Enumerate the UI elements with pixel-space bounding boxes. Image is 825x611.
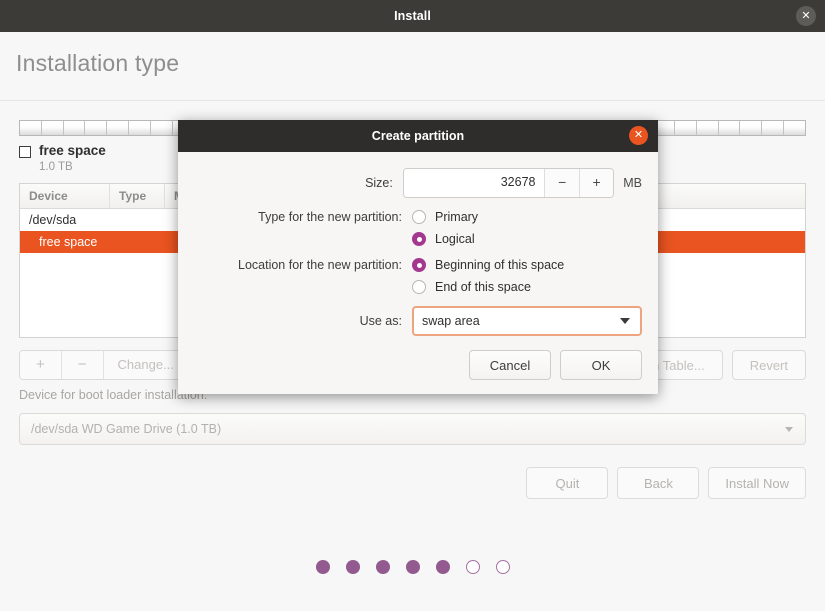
radio-beginning-of-space[interactable]: Beginning of this space xyxy=(412,258,564,272)
radio-beginning-label: Beginning of this space xyxy=(435,258,565,272)
location-row-end: End of this space xyxy=(194,280,642,294)
partition-bar-segment xyxy=(85,121,108,135)
progress-dot-filled xyxy=(315,560,330,574)
progress-dot-filled xyxy=(435,560,450,574)
partition-bar-segment xyxy=(762,121,784,135)
window-title: Install xyxy=(394,9,431,23)
partition-bar-segment xyxy=(20,121,42,135)
use-as-select[interactable]: swap area xyxy=(412,306,642,336)
page-title: Installation type xyxy=(16,50,180,76)
progress-dot-filled xyxy=(375,560,390,574)
radio-beginning-indicator[interactable] xyxy=(412,258,426,272)
header-divider xyxy=(0,100,825,101)
radio-primary-label: Primary xyxy=(435,210,479,224)
installer-window: Install ✕ Installation type free space 1… xyxy=(0,0,825,611)
cancel-button[interactable]: Cancel xyxy=(469,350,551,380)
cell-device: free space xyxy=(39,235,98,249)
size-stepper: 32678 − + xyxy=(402,168,615,198)
location-label: Location for the new partition: xyxy=(238,258,402,272)
cell-type xyxy=(110,231,165,253)
window-close-icon[interactable]: ✕ xyxy=(796,6,816,26)
partition-bar-segment xyxy=(151,121,173,135)
chevron-down-icon xyxy=(785,426,793,432)
dialog-close-icon[interactable]: ✕ xyxy=(629,126,648,145)
size-label: Size: xyxy=(365,176,393,190)
legend-text-group: free space 1.0 TB xyxy=(39,143,106,175)
install-now-button[interactable]: Install Now xyxy=(708,467,806,499)
radio-primary-indicator[interactable] xyxy=(412,210,426,224)
location-row-beginning: Location for the new partition: Beginnin… xyxy=(194,258,642,272)
ok-button[interactable]: OK xyxy=(560,350,642,380)
partition-bar-segment xyxy=(129,121,151,135)
progress-dot-filled xyxy=(405,560,420,574)
radio-end-indicator[interactable] xyxy=(412,280,426,294)
partition-legend: free space 1.0 TB xyxy=(19,143,106,175)
window-titlebar: Install ✕ xyxy=(0,0,825,32)
partition-type-row-primary: Type for the new partition: Primary xyxy=(194,210,642,224)
free-space-checkbox[interactable] xyxy=(19,146,31,158)
radio-end-of-space[interactable]: End of this space xyxy=(412,280,531,294)
progress-dot-filled xyxy=(345,560,360,574)
partition-type-row-logical: Logical xyxy=(194,232,642,246)
partition-bar-segment xyxy=(42,121,64,135)
partition-bar-segment xyxy=(740,121,763,135)
size-unit-label: MB xyxy=(623,176,642,190)
bottom-navigation: Quit Back Install Now xyxy=(526,467,806,499)
create-partition-dialog: Create partition ✕ Size: 32678 − + MB Ty… xyxy=(178,120,658,394)
quit-button[interactable]: Quit xyxy=(526,467,609,499)
bootloader-device-value: /dev/sda WD Game Drive (1.0 TB) xyxy=(31,422,222,436)
progress-dots xyxy=(0,560,825,574)
column-header-type[interactable]: Type xyxy=(110,184,165,208)
partition-type-label: Type for the new partition: xyxy=(258,210,402,224)
cell-device: /dev/sda xyxy=(29,213,77,227)
legend-partition-size: 1.0 TB xyxy=(39,161,73,173)
dialog-actions: Cancel OK xyxy=(194,350,642,380)
size-input[interactable]: 32678 xyxy=(403,169,545,197)
dialog-titlebar: Create partition ✕ xyxy=(178,120,658,152)
partition-bar-segment xyxy=(107,121,130,135)
progress-dot-empty xyxy=(465,560,480,574)
radio-logical-label: Logical xyxy=(435,232,475,246)
progress-dot-empty xyxy=(495,560,510,574)
radio-end-label: End of this space xyxy=(435,280,531,294)
size-row: Size: 32678 − + MB xyxy=(194,168,642,198)
partition-bar-segment xyxy=(64,121,86,135)
bootloader-device-select[interactable]: /dev/sda WD Game Drive (1.0 TB) xyxy=(19,413,806,445)
size-decrement-button[interactable]: − xyxy=(544,169,579,197)
radio-primary[interactable]: Primary xyxy=(412,210,478,224)
dialog-body: Size: 32678 − + MB Type for the new part… xyxy=(178,152,658,394)
use-as-value: swap area xyxy=(422,314,480,328)
partition-bar-segment xyxy=(697,121,719,135)
dialog-title: Create partition xyxy=(371,129,465,143)
use-as-label: Use as: xyxy=(359,314,402,328)
back-button[interactable]: Back xyxy=(617,467,700,499)
radio-logical[interactable]: Logical xyxy=(412,232,475,246)
legend-partition-name: free space xyxy=(39,143,106,158)
chevron-down-icon xyxy=(620,318,630,324)
partition-bar-segment xyxy=(784,121,805,135)
use-as-row: Use as: swap area xyxy=(194,306,642,336)
column-header-device[interactable]: Device xyxy=(20,184,110,208)
partition-bar-segment xyxy=(719,121,741,135)
cell-type xyxy=(110,209,165,231)
radio-logical-indicator[interactable] xyxy=(412,232,426,246)
partition-bar-segment xyxy=(675,121,697,135)
revert-button[interactable]: Revert xyxy=(731,350,806,380)
size-increment-button[interactable]: + xyxy=(578,169,614,197)
